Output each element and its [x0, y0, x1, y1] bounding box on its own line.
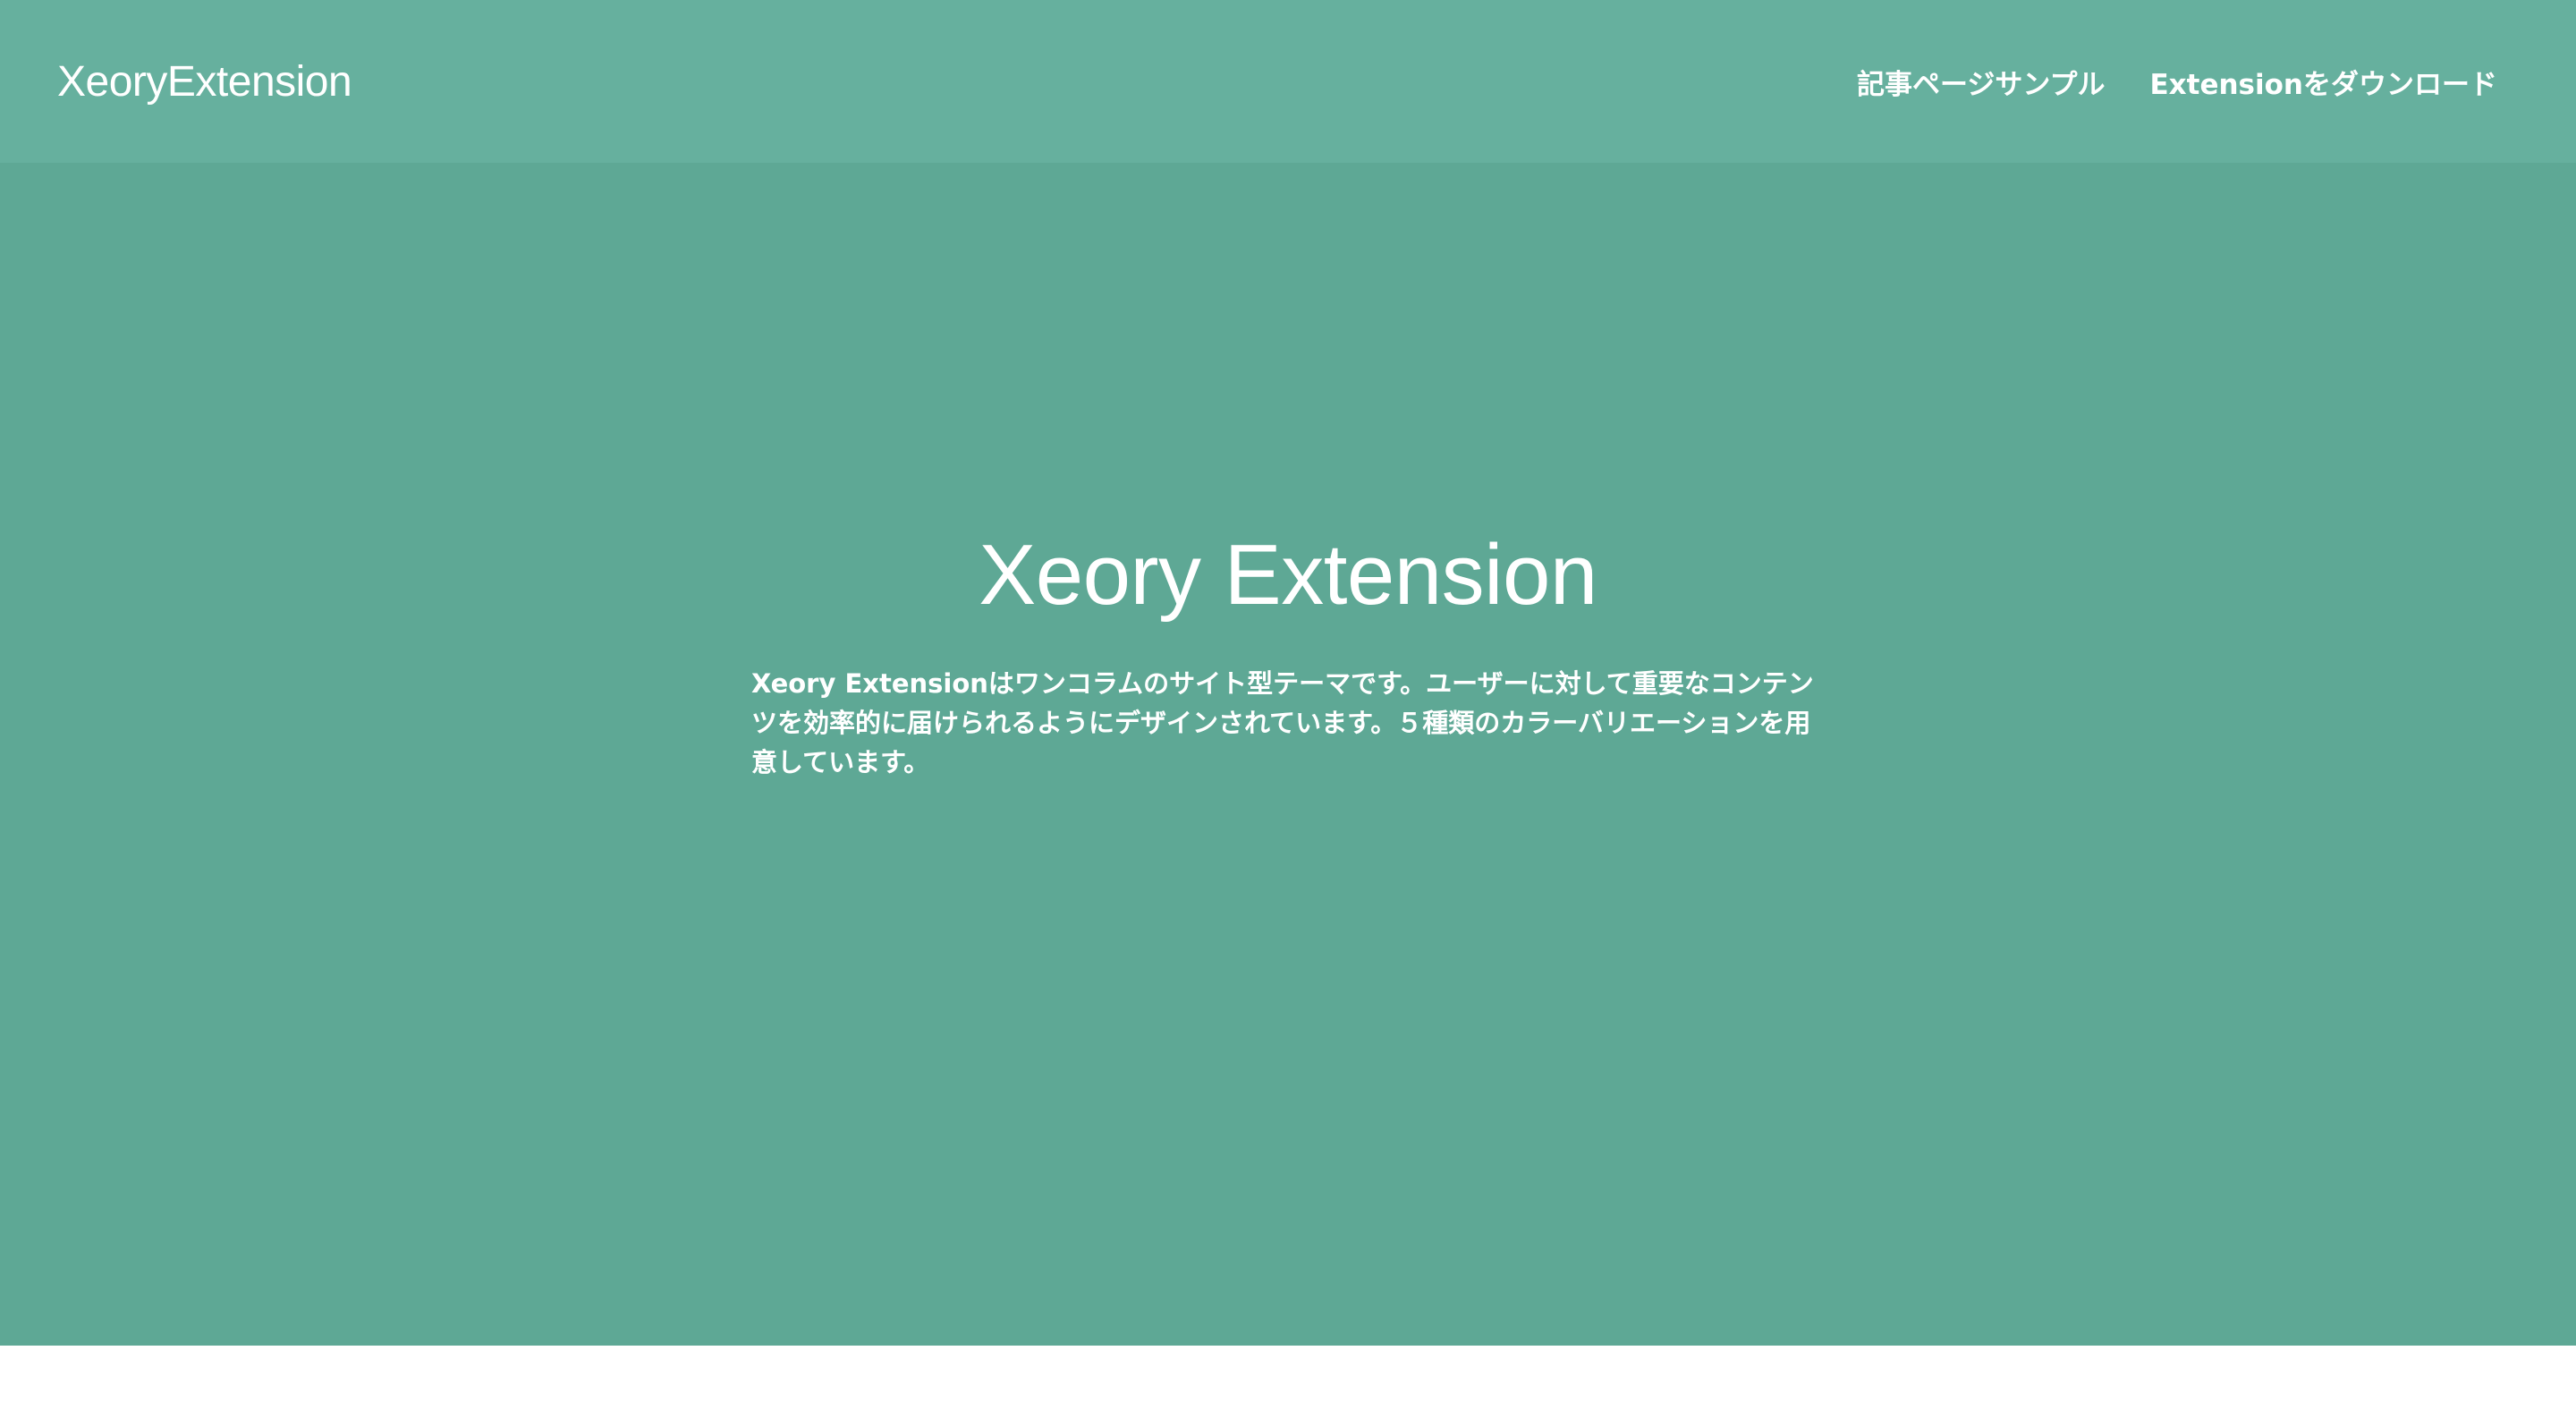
- main-nav: 記事ページサンプル Extensionをダウンロード: [1857, 62, 2497, 102]
- site-logo-link[interactable]: XeoryExtension: [57, 57, 352, 106]
- nav-item-download-extension[interactable]: Extensionをダウンロード: [2149, 62, 2497, 102]
- site-header: XeoryExtension 記事ページサンプル Extensionをダウンロー…: [0, 0, 2576, 163]
- hero-description: Xeory Extensionはワンコラムのサイト型テーマです。ユーザーに対して…: [751, 667, 1814, 777]
- nav-item-article-sample[interactable]: 記事ページサンプル: [1857, 62, 2105, 102]
- hero-section: Xeory Extension Xeory Extensionはワンコラムのサイ…: [0, 163, 2576, 1346]
- hero-title: Xeory Extension: [979, 527, 1597, 623]
- page-content-area: [0, 1346, 2576, 1410]
- hero-content: Xeory Extension Xeory Extensionはワンコラムのサイ…: [751, 528, 1825, 782]
